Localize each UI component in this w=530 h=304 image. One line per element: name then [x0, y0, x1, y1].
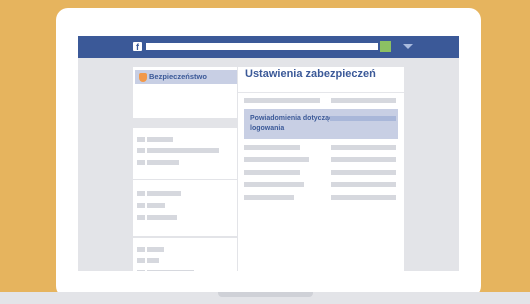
menu-item-placeholder[interactable] — [147, 215, 177, 220]
facebook-logo-icon[interactable]: f — [133, 42, 142, 52]
setting-row-placeholder[interactable] — [244, 195, 294, 200]
chevron-down-icon[interactable] — [403, 44, 413, 49]
menu-item-placeholder[interactable] — [147, 137, 173, 142]
menu-icon-placeholder — [137, 270, 145, 271]
setting-row-placeholder[interactable] — [244, 170, 300, 175]
setting-row-placeholder[interactable] — [244, 145, 300, 150]
setting-value-placeholder — [331, 170, 396, 175]
menu-icon-placeholder — [137, 203, 145, 208]
settings-menu-group-2 — [133, 128, 237, 179]
divider — [238, 92, 404, 93]
setting-value-placeholder — [331, 182, 396, 187]
menu-icon-placeholder — [137, 191, 145, 196]
menu-icon-placeholder — [137, 215, 145, 220]
avatar[interactable] — [380, 41, 391, 52]
setting-value-placeholder — [331, 145, 396, 150]
setting-value-placeholder — [330, 116, 396, 121]
setting-row-placeholder — [244, 98, 320, 103]
browser-window: f Bezpieczeństwo Ustawienia zabezpieczeń… — [78, 36, 459, 271]
search-input[interactable] — [146, 43, 378, 50]
menu-icon-placeholder — [137, 148, 145, 153]
menu-item-placeholder[interactable] — [147, 191, 181, 196]
menu-item-placeholder[interactable] — [147, 203, 165, 208]
laptop-notch — [218, 292, 313, 297]
settings-menu-group-4 — [133, 238, 237, 271]
menu-item-placeholder[interactable] — [147, 247, 164, 252]
menu-icon-placeholder — [137, 258, 145, 263]
shield-icon — [139, 73, 147, 82]
menu-item-placeholder[interactable] — [147, 160, 179, 165]
setting-value-placeholder — [331, 195, 396, 200]
setting-row-placeholder[interactable] — [244, 182, 304, 187]
menu-item-placeholder[interactable] — [147, 270, 194, 271]
menu-item-placeholder[interactable] — [147, 148, 219, 153]
sidebar-item-label: Bezpieczeństwo — [149, 72, 207, 81]
menu-icon-placeholder — [137, 160, 145, 165]
top-navigation-bar: f — [78, 36, 459, 58]
menu-item-placeholder[interactable] — [147, 258, 159, 263]
page-title: Ustawienia zabezpieczeń — [245, 68, 376, 80]
settings-menu-group-3 — [133, 180, 237, 236]
setting-row-placeholder[interactable] — [244, 157, 309, 162]
menu-icon-placeholder — [137, 247, 145, 252]
setting-value-placeholder — [331, 98, 396, 103]
menu-icon-placeholder — [137, 137, 145, 142]
setting-value-placeholder — [331, 157, 396, 162]
